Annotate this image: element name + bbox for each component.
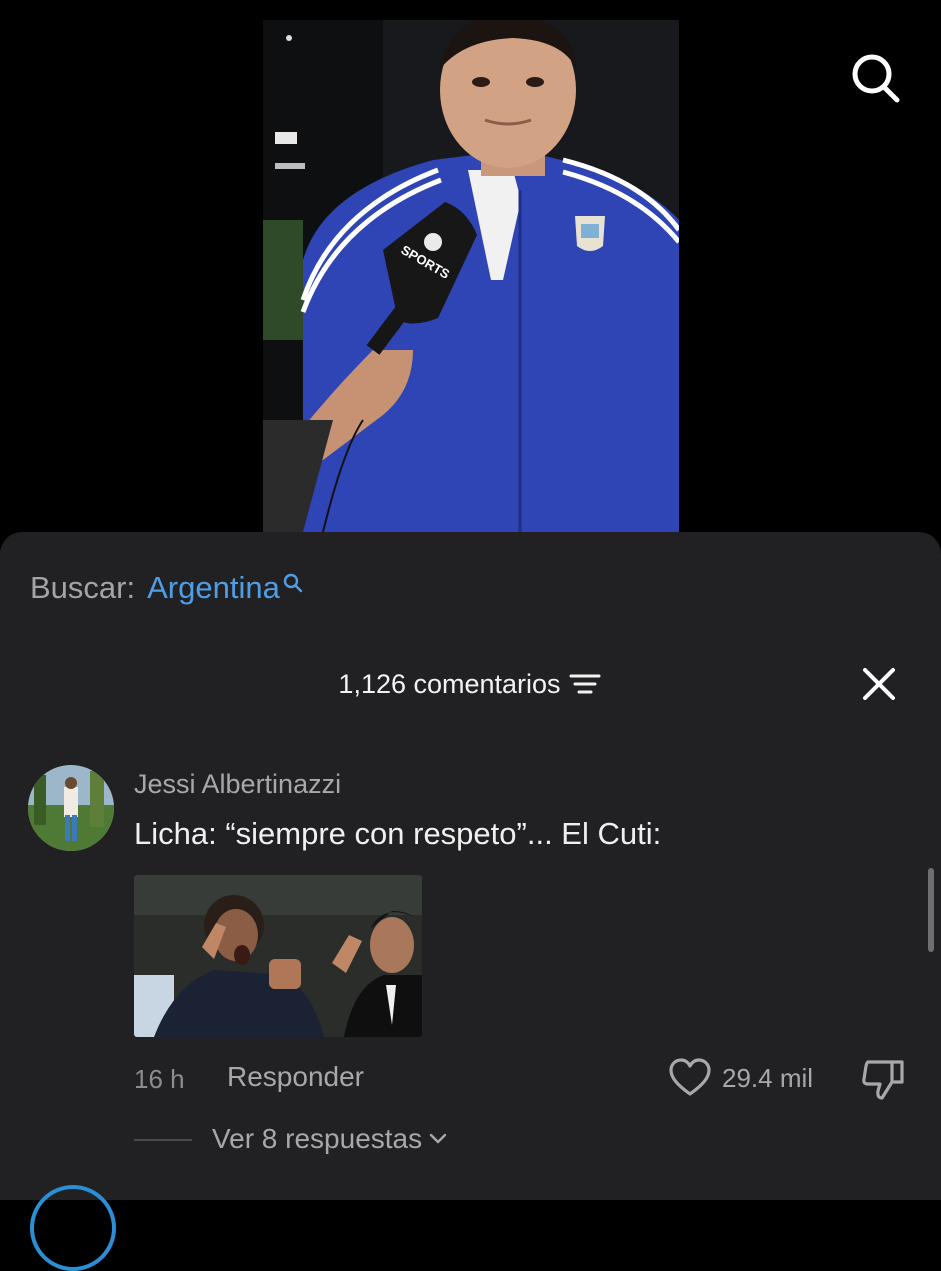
avatar[interactable] <box>28 765 114 851</box>
search-icon <box>852 54 900 103</box>
replies-divider <box>134 1139 192 1141</box>
comment-image-photo <box>134 875 422 1037</box>
video-frame[interactable]: SPORTS <box>263 20 679 532</box>
search-suggestion-term[interactable]: Argentina <box>147 570 280 606</box>
comment-timestamp: 16 h <box>134 1064 185 1094</box>
search-icon <box>283 573 303 593</box>
close-icon <box>863 668 895 700</box>
chevron-down-icon <box>429 1133 447 1144</box>
search-suggestion[interactable]: Buscar: Argentina <box>30 570 304 606</box>
reply-button[interactable]: Responder <box>227 1061 364 1093</box>
view-replies-label: Ver 8 respuestas <box>212 1123 423 1154</box>
comment-text: Licha: “siempre con respeto”... El Cuti: <box>134 816 662 851</box>
filter-icon[interactable] <box>569 671 603 697</box>
thumbs-down-icon <box>862 1060 904 1100</box>
comments-count: 1,126 comentarios <box>338 668 561 699</box>
next-comment-avatar[interactable] <box>30 1185 116 1271</box>
comment-username[interactable]: Jessi Albertinazzi <box>134 769 341 800</box>
close-button[interactable] <box>858 663 900 705</box>
comment-image[interactable] <box>134 875 422 1037</box>
search-button[interactable] <box>846 48 906 108</box>
like-button[interactable]: 29.4 mil <box>668 1058 813 1098</box>
video-thumbnail: SPORTS <box>263 20 679 532</box>
comments-header: 1,126 comentarios <box>0 664 941 704</box>
like-count: 29.4 mil <box>722 1062 814 1093</box>
search-suggestion-prefix: Buscar: <box>30 570 136 605</box>
avatar-image <box>28 765 114 851</box>
comments-sheet <box>0 532 941 1200</box>
dislike-button[interactable] <box>860 1058 906 1102</box>
heart-icon <box>669 1058 711 1096</box>
view-replies-button[interactable]: Ver 8 respuestas <box>212 1123 448 1155</box>
scrollbar[interactable] <box>928 868 934 952</box>
